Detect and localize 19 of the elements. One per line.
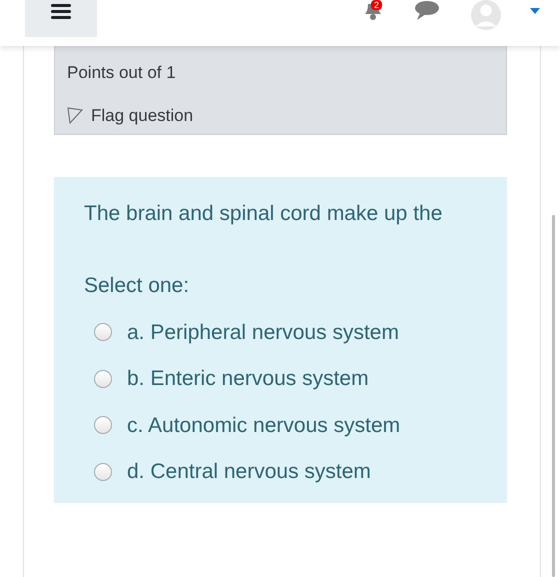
- menu-icon: [51, 4, 71, 20]
- radio-button[interactable]: [94, 462, 112, 481]
- chat-icon: [414, 0, 440, 22]
- answer-option[interactable]: c. Autonomic nervous system: [84, 402, 477, 448]
- answer-option[interactable]: d. Central nervous system: [84, 448, 477, 495]
- messages-button[interactable]: [414, 0, 440, 22]
- flag-question-link[interactable]: Flag question: [67, 102, 194, 128]
- points-text: Points out of 1: [67, 62, 177, 84]
- notifications-button[interactable]: 2: [362, 0, 388, 22]
- notification-badge: 2: [371, 0, 382, 10]
- menu-button[interactable]: [25, 0, 97, 37]
- answer-option[interactable]: b. Enteric nervous system: [84, 356, 477, 402]
- answer-option[interactable]: a. Peripheral nervous system: [84, 309, 477, 356]
- radio-button[interactable]: [94, 416, 112, 434]
- radio-button[interactable]: [94, 323, 112, 342]
- question-text: The brain and spinal cord make up the: [84, 201, 444, 227]
- caret-down-icon[interactable]: [530, 8, 540, 14]
- select-prompt: Select one:: [84, 272, 190, 298]
- radio-button[interactable]: [94, 370, 112, 388]
